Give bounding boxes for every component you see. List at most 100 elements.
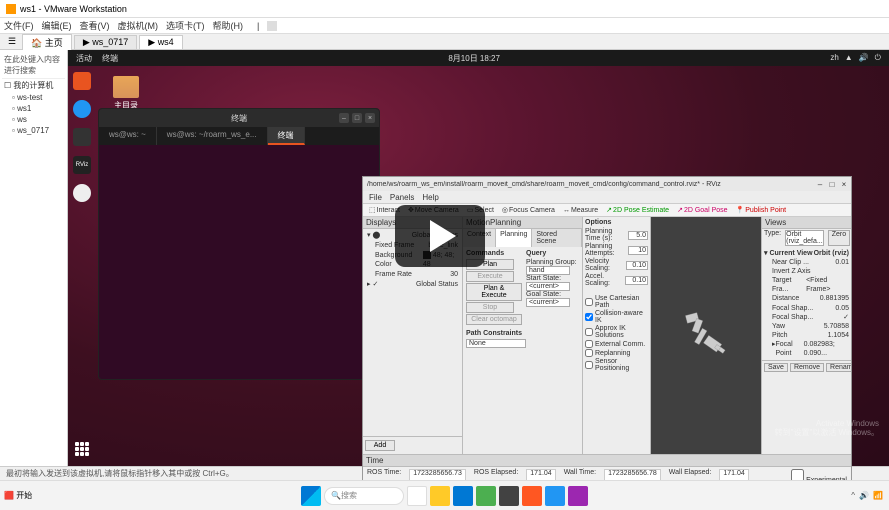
app-indicator[interactable]: 终端: [102, 53, 118, 64]
video-play-button[interactable]: [395, 205, 485, 267]
tree-search[interactable]: 在此处键入内容进行搜索: [2, 52, 65, 79]
tray-icon[interactable]: ^: [851, 491, 855, 500]
power-icon[interactable]: ⏻: [875, 53, 881, 63]
velocity-input[interactable]: 0.10: [626, 261, 648, 270]
tool-publish[interactable]: 📍Publish Point: [734, 206, 789, 214]
taskbar-app-icon[interactable]: [499, 486, 519, 506]
check-sensor[interactable]: Sensor Positioning: [585, 358, 648, 372]
execute-button[interactable]: Execute: [466, 271, 514, 282]
taskbar-app-icon[interactable]: [545, 486, 565, 506]
start-state-select[interactable]: <current>: [526, 282, 570, 291]
maximize-icon[interactable]: □: [352, 113, 362, 123]
menu-tabs[interactable]: 选项卡(T): [166, 19, 205, 32]
network-icon[interactable]: ▲: [845, 53, 853, 63]
tree-row[interactable]: Target Fra...<Fixed Frame>: [764, 276, 849, 294]
menu-help[interactable]: Help: [422, 193, 438, 202]
planning-group-select[interactable]: hand: [526, 266, 570, 275]
terminal-tab[interactable]: ws@ws: ~: [99, 127, 157, 145]
tab-stored[interactable]: Stored Scene: [532, 229, 582, 247]
stop-button[interactable]: Stop: [466, 302, 514, 313]
terminal-tab[interactable]: 终端: [268, 127, 305, 145]
add-button[interactable]: Add: [365, 440, 395, 451]
terminal-tab[interactable]: ws@ws: ~/roarm_ws_e...: [157, 127, 268, 145]
tab-planning[interactable]: Planning: [496, 229, 532, 247]
tree-row[interactable]: Pitch1.1054: [764, 331, 849, 340]
view-type-select[interactable]: Orbit (rviz_defa...: [785, 230, 824, 246]
remove-button[interactable]: Remove: [790, 363, 824, 372]
menu-view[interactable]: 查看(V): [80, 19, 110, 32]
tree-row[interactable]: Near Clip ...0.01: [764, 258, 849, 267]
taskbar-app-icon[interactable]: [430, 486, 450, 506]
save-button[interactable]: Save: [764, 363, 788, 372]
files-icon[interactable]: [73, 72, 91, 90]
clear-button[interactable]: Clear octomap: [466, 314, 522, 325]
close-icon[interactable]: ×: [839, 179, 849, 189]
menu-help[interactable]: 帮助(H): [213, 19, 244, 32]
tool-focus[interactable]: ◎Focus Camera: [500, 206, 557, 214]
minimize-icon[interactable]: –: [815, 179, 825, 189]
tree-row[interactable]: Focal Shap...0.05: [764, 304, 849, 313]
tree-row[interactable]: Yaw5.70858: [764, 322, 849, 331]
desktop-folder[interactable]: 主目录: [106, 76, 146, 111]
datetime[interactable]: 8月10日 18:27: [448, 53, 500, 64]
toolbar-icon[interactable]: [267, 21, 277, 31]
tree-item[interactable]: ▫ ws_0717: [2, 125, 65, 136]
menu-panels[interactable]: Panels: [390, 193, 414, 202]
accel-input[interactable]: 0.10: [625, 276, 648, 285]
tab-home[interactable]: 🏠 主页: [22, 34, 72, 50]
tree-row[interactable]: ▸ Focal Point0.082983; 0.090...: [764, 340, 849, 358]
minimize-icon[interactable]: –: [339, 113, 349, 123]
planning-time-input[interactable]: 5.0: [628, 231, 648, 240]
help-icon[interactable]: [73, 100, 91, 118]
lang-icon[interactable]: zh: [830, 53, 838, 63]
taskbar-app-icon[interactable]: [407, 486, 427, 506]
plan-execute-button[interactable]: Plan & Execute: [466, 283, 522, 301]
tree-row[interactable]: ▾ Current ViewOrbit (rviz): [764, 249, 849, 258]
taskbar-app-icon[interactable]: [453, 486, 473, 506]
disk-icon[interactable]: [73, 184, 91, 202]
apps-grid-icon[interactable]: [73, 440, 91, 458]
tray-icon[interactable]: 🔊: [859, 491, 869, 500]
menu-file[interactable]: 文件(F): [4, 19, 34, 32]
tree-root[interactable]: ☐ 我的计算机: [2, 79, 65, 92]
tree-item[interactable]: ▫ ws-test: [2, 92, 65, 103]
tab-vm2[interactable]: ▶ ws4: [139, 35, 182, 49]
taskbar-app-icon[interactable]: [522, 486, 542, 506]
menu-edit[interactable]: 编辑(E): [42, 19, 72, 32]
tray-icon[interactable]: 📶: [873, 491, 883, 500]
planning-attempts-input[interactable]: 10: [628, 246, 648, 255]
menu-file[interactable]: File: [369, 193, 382, 202]
tool-measure[interactable]: ↔Measure: [561, 207, 600, 214]
path-constraints-select[interactable]: None: [466, 339, 526, 348]
start-button[interactable]: [301, 486, 321, 506]
taskbar-search[interactable]: 🔍 搜索: [324, 487, 404, 505]
rename-button[interactable]: Rename: [826, 363, 851, 372]
check-replan[interactable]: Replanning: [585, 349, 648, 357]
check-approx[interactable]: Approx IK Solutions: [585, 325, 648, 339]
tree-item[interactable]: ▫ ws1: [2, 103, 65, 114]
tree-row[interactable]: ▸ ✓ Global Status: [365, 280, 460, 290]
terminal-body[interactable]: [99, 145, 379, 153]
maximize-icon[interactable]: □: [827, 179, 837, 189]
3d-viewport[interactable]: [651, 217, 761, 454]
tool-2d-pose[interactable]: ↗2D Pose Estimate: [604, 206, 671, 214]
tree-row[interactable]: Focal Shap...✓: [764, 313, 849, 322]
close-icon[interactable]: ×: [365, 113, 375, 123]
terminal-titlebar[interactable]: 终端 – □ ×: [99, 109, 379, 127]
rviz-titlebar[interactable]: /home/ws/roarm_ws_em/install/roarm_movei…: [363, 177, 851, 191]
tree-row[interactable]: Frame Rate30: [365, 270, 460, 280]
goal-state-select[interactable]: <current>: [526, 298, 570, 307]
tree-row[interactable]: Distance0.881395: [764, 294, 849, 303]
taskbar-app-icon[interactable]: [568, 486, 588, 506]
tree-item[interactable]: ▫ ws: [2, 114, 65, 125]
tool-2d-goal[interactable]: ↗2D Goal Pose: [675, 206, 729, 214]
taskbar-app-icon[interactable]: [476, 486, 496, 506]
check-external[interactable]: External Comm.: [585, 340, 648, 348]
weather-widget[interactable]: 🟥 开始: [4, 490, 32, 501]
check-cartesian[interactable]: Use Cartesian Path: [585, 295, 648, 309]
check-collision[interactable]: Collision-aware IK: [585, 310, 648, 324]
zero-button[interactable]: Zero: [828, 230, 850, 246]
terminal-icon[interactable]: [73, 128, 91, 146]
tree-row[interactable]: Invert Z Axis: [764, 267, 849, 276]
menu-vm[interactable]: 虚拟机(M): [118, 19, 159, 32]
